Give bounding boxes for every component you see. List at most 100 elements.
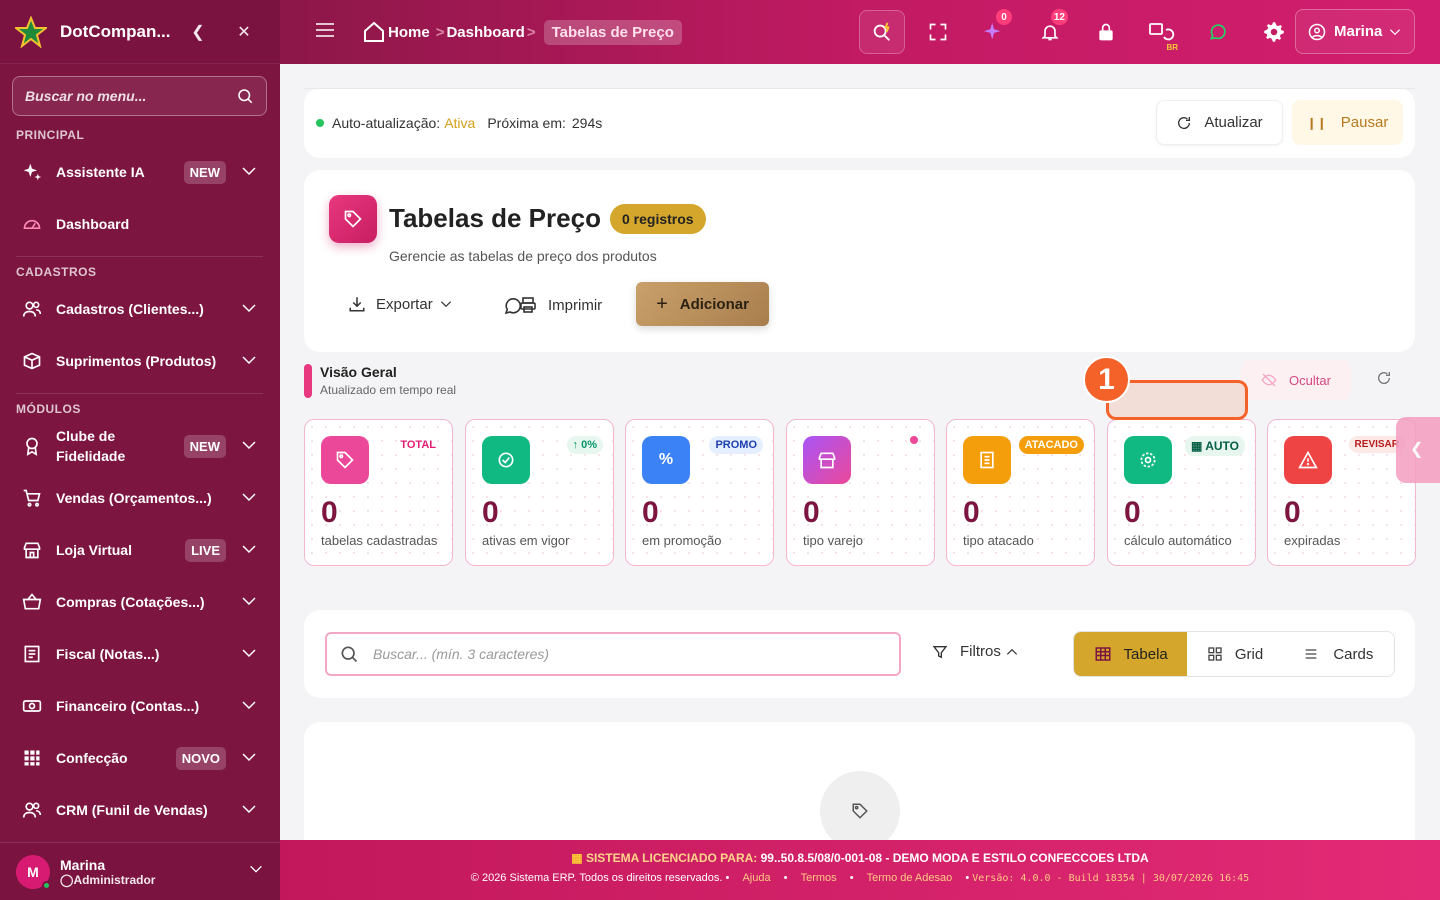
stat-card-ativas[interactable]: ↑ 0% 0 ativas em vigor — [465, 419, 614, 566]
shield-icon: ◯ — [60, 872, 74, 887]
print-button[interactable]: Imprimir — [504, 295, 602, 315]
help-link[interactable]: Ajuda — [742, 872, 770, 884]
hamburger-icon[interactable] — [316, 22, 336, 43]
sidebar-item-label: Confecção — [56, 750, 128, 766]
breadcrumb-dashboard[interactable]: > Dashboard > — [436, 24, 538, 41]
license-line: ▦ SISTEMA LICENCIADO PARA: 99..50.8.5/08… — [571, 851, 1149, 865]
search-toolbar: Buscar... (mín. 3 caracteres) Filtros Ta… — [304, 610, 1415, 698]
sidebar-item-suprimentos[interactable]: Suprimentos (Produtos) — [12, 339, 268, 383]
fullscreen-button[interactable] — [910, 0, 966, 64]
chevron-down-icon — [240, 748, 258, 769]
view-grid-button[interactable]: Grid — [1187, 632, 1282, 676]
view-cards-button[interactable]: Cards — [1283, 632, 1394, 676]
user-menu-button[interactable]: Marina — [1295, 9, 1415, 54]
breadcrumb-home[interactable]: Home — [362, 20, 430, 44]
home-icon — [364, 21, 384, 42]
grid-icon — [1208, 647, 1222, 661]
sidebar-item-fiscal[interactable]: Fiscal (Notas...) — [12, 632, 268, 676]
sidebar-item-dashboard[interactable]: Dashboard — [12, 202, 268, 246]
refresh-icon — [1178, 116, 1191, 129]
whatsapp-button[interactable] — [1190, 0, 1246, 64]
stat-card-expiradas[interactable]: REVISAR 0 expiradas — [1267, 419, 1416, 566]
refresh-button[interactable]: Atualizar — [1156, 100, 1283, 145]
stat-value: 0 — [1284, 496, 1301, 529]
stat-card-total[interactable]: TOTAL 0 tabelas cadastradas — [304, 419, 453, 566]
status-dot — [316, 119, 324, 127]
sidebar-item-assistente-ia[interactable]: Assistente IA NEW — [12, 150, 268, 194]
table-icon — [1095, 647, 1111, 661]
sidebar-item-clube-fidelidade[interactable]: Clube de Fidelidade NEW — [12, 424, 268, 468]
topbar: Home > Dashboard > Tabelas de Preço 0 12 B… — [280, 0, 1440, 64]
online-dot — [42, 880, 51, 890]
lock-button[interactable] — [1078, 0, 1134, 64]
stat-card-promo[interactable]: % PROMO 0 em promoção — [625, 419, 774, 566]
sidebar-item-label: Dashboard — [56, 216, 130, 232]
ai-button[interactable]: 0 — [966, 0, 1022, 64]
chevron-down-icon — [240, 351, 258, 372]
building-icon: ▦ — [571, 851, 583, 865]
notifications-button[interactable]: 12 — [1022, 0, 1078, 64]
filters-button[interactable]: Filtros — [932, 643, 1019, 660]
cash-icon — [22, 696, 42, 716]
sidebar-item-financeiro[interactable]: Financeiro (Contas...) — [12, 684, 268, 728]
sidebar-item-confeccao[interactable]: Confecção NOVO — [12, 736, 268, 780]
hide-overview-button[interactable]: Ocultar — [1241, 360, 1351, 400]
stat-label: tabelas cadastradas — [321, 533, 438, 548]
terms-link[interactable]: Termos — [801, 872, 837, 884]
list-icon — [1306, 649, 1317, 659]
section-modulos: MÓDULOS — [16, 402, 81, 416]
new-badge: NEW — [183, 160, 226, 184]
language-button[interactable]: BR — [1134, 0, 1190, 64]
sidebar-item-label: Clube de Fidelidade — [56, 428, 126, 464]
grid-icon — [22, 748, 42, 768]
pause-button[interactable]: ❙❙ Pausar — [1292, 100, 1403, 145]
sidebar-item-label: Suprimentos (Produtos) — [56, 353, 217, 369]
terms-adhesion-link[interactable]: Termo de Adesao — [867, 872, 953, 884]
sidebar-user[interactable]: M Marina ◯Administrador — [0, 842, 280, 900]
auto-update-bar: Auto-atualização: Ativa Próxima em: 294s… — [304, 88, 1415, 158]
page-title: Tabelas de Preço — [389, 203, 601, 233]
search-input[interactable]: Buscar... (mín. 3 caracteres) — [325, 632, 901, 676]
app-name: DotCompan... — [60, 21, 171, 41]
close-icon[interactable]: ✕ — [234, 22, 254, 42]
translate-icon — [1149, 23, 1175, 41]
sidebar-item-cadastros[interactable]: Cadastros (Clientes...) — [12, 287, 268, 331]
stat-card-atacado[interactable]: ATACADO 0 tipo atacado — [946, 419, 1095, 566]
view-table-button[interactable]: Tabela — [1074, 632, 1188, 676]
stat-card-auto[interactable]: ▦ AUTO 0 cálculo automático — [1107, 419, 1256, 566]
annotation-marker: 1 — [1083, 356, 1130, 403]
sidebar-item-loja-virtual[interactable]: Loja Virtual LIVE — [12, 528, 268, 572]
sidebar-item-vendas[interactable]: Vendas (Orçamentos...) — [12, 476, 268, 520]
calculator-icon: ▦ — [1190, 439, 1203, 453]
menu-search-placeholder: Buscar no menu... — [25, 88, 147, 104]
user-circle-icon — [1308, 23, 1326, 40]
shop-icon — [803, 436, 851, 484]
sidebar-item-crm[interactable]: CRM (Funil de Vendas) — [12, 788, 268, 832]
menu-search-input[interactable]: Buscar no menu... — [12, 76, 267, 116]
records-count-badge: 0 registros — [610, 204, 706, 234]
download-icon — [349, 297, 365, 312]
chevron-down-icon — [240, 488, 258, 509]
stat-value: 0 — [803, 496, 820, 529]
overview-refresh-icon[interactable] — [1376, 370, 1396, 390]
stat-tag: TOTAL — [400, 439, 436, 451]
sidebar-item-label: Cadastros (Clientes...) — [56, 301, 204, 317]
stat-value: 0 — [1124, 496, 1141, 529]
sidebar-item-label: Assistente IA — [56, 164, 145, 180]
scroll-right-tab[interactable]: ❮ — [1396, 417, 1440, 483]
receipt-icon — [22, 644, 42, 664]
filter-icon — [932, 645, 948, 658]
page-subtitle: Gerencie as tabelas de preço dos produto… — [389, 248, 657, 264]
avatar: M — [16, 854, 51, 890]
sidebar-header: DotCompan... ❮ ✕ — [0, 0, 280, 64]
add-button[interactable]: + Adicionar — [636, 282, 769, 326]
stat-card-varejo[interactable]: 0 tipo varejo — [786, 419, 935, 566]
settings-button[interactable] — [1246, 0, 1302, 64]
global-search-button[interactable] — [854, 0, 910, 64]
tag-icon — [329, 195, 377, 243]
star-logo-icon — [14, 15, 48, 49]
export-button[interactable]: Exportar — [348, 295, 453, 313]
page-header: Tabelas de Preço 0 registros Gerencie as… — [304, 170, 1415, 352]
collapse-chevron-icon[interactable]: ❮ — [188, 22, 208, 42]
sidebar-item-compras[interactable]: Compras (Cotações...) — [12, 580, 268, 624]
